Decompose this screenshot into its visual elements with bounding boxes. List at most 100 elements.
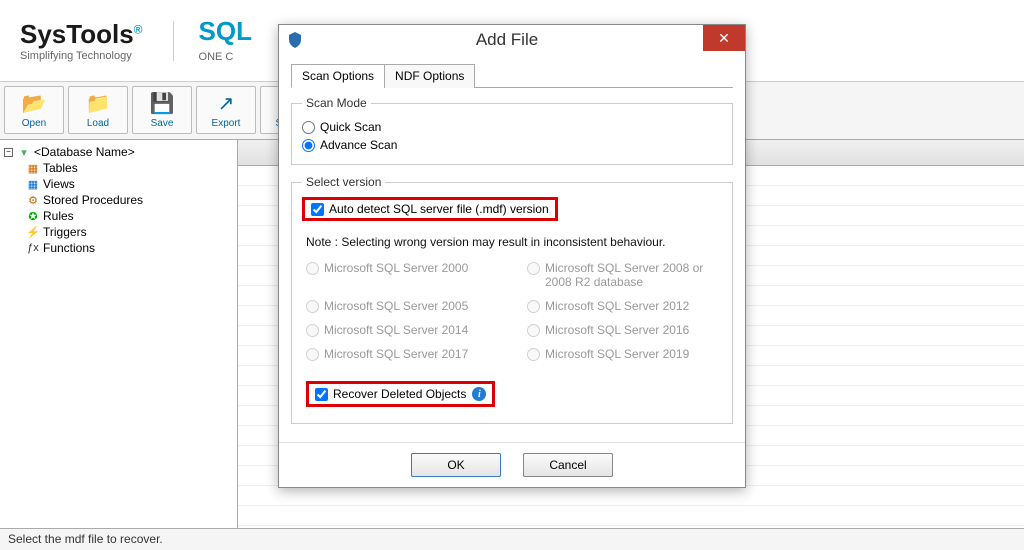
version-radio (527, 324, 540, 337)
version-label: Microsoft SQL Server 2008 or 2008 R2 dat… (545, 261, 718, 289)
tree-panel: − ▾ <Database Name> ▦Tables ▦Views ⚙Stor… (0, 140, 238, 528)
recover-deleted-label: Recover Deleted Objects (333, 387, 466, 401)
recover-deleted-checkbox[interactable] (315, 388, 328, 401)
tree-root-label: <Database Name> (34, 145, 135, 159)
version-option-2000[interactable]: Microsoft SQL Server 2000 (306, 261, 497, 289)
auto-detect-label: Auto detect SQL server file (.mdf) versi… (329, 202, 549, 216)
minus-icon[interactable]: − (4, 148, 13, 157)
status-bar: Select the mdf file to recover. (0, 528, 1024, 550)
tree-item-tables[interactable]: ▦Tables (4, 160, 233, 176)
save-icon: 💾 (150, 91, 175, 116)
tree-root[interactable]: − ▾ <Database Name> (4, 144, 233, 160)
dialog-buttons: OK Cancel (279, 442, 745, 487)
database-icon: ▾ (17, 146, 31, 158)
folder-icon: 📁 (86, 91, 111, 116)
advance-scan-radio[interactable] (302, 139, 315, 152)
ok-button[interactable]: OK (411, 453, 501, 477)
tree-item-triggers[interactable]: ⚡Triggers (4, 224, 233, 240)
recover-deleted-option[interactable]: Recover Deleted Objects i (315, 387, 486, 401)
product-block: SQL ONE C (199, 16, 252, 65)
brand-tagline: Simplifying Technology (20, 50, 143, 62)
tree-item-label: Rules (43, 209, 74, 223)
version-label: Microsoft SQL Server 2017 (324, 347, 468, 361)
cancel-button[interactable]: Cancel (523, 453, 613, 477)
status-text: Select the mdf file to recover. (8, 532, 163, 546)
quick-scan-option[interactable]: Quick Scan (302, 118, 722, 136)
brand-name: SysTools (20, 19, 134, 49)
tab-strip: Scan Options NDF Options (291, 63, 733, 88)
version-label: Microsoft SQL Server 2014 (324, 323, 468, 337)
version-radio (306, 262, 319, 275)
advance-scan-label: Advance Scan (320, 138, 397, 152)
load-button[interactable]: 📁 Load (68, 86, 128, 134)
version-option-2014[interactable]: Microsoft SQL Server 2014 (306, 323, 497, 337)
version-option-2016[interactable]: Microsoft SQL Server 2016 (527, 323, 718, 337)
version-option-2012[interactable]: Microsoft SQL Server 2012 (527, 299, 718, 313)
tree-item-rules[interactable]: ✪Rules (4, 208, 233, 224)
version-label: Microsoft SQL Server 2000 (324, 261, 468, 275)
tree-item-label: Tables (43, 161, 78, 175)
brand-logo: SysTools® Simplifying Technology (20, 19, 143, 62)
load-label: Load (87, 118, 109, 129)
quick-scan-label: Quick Scan (320, 120, 381, 134)
tree-item-label: Triggers (43, 225, 87, 239)
dialog-titlebar[interactable]: Add File ✕ (279, 25, 745, 55)
version-option-2019[interactable]: Microsoft SQL Server 2019 (527, 347, 718, 361)
functions-icon: ƒx (26, 242, 40, 254)
select-version-legend: Select version (302, 175, 385, 189)
product-name: SQL (199, 16, 252, 47)
tree-item-procedures[interactable]: ⚙Stored Procedures (4, 192, 233, 208)
table-icon: ▦ (26, 162, 40, 174)
product-subtitle: ONE C (199, 51, 234, 63)
save-label: Save (151, 118, 174, 129)
registered-icon: ® (134, 22, 143, 36)
select-version-group: Select version Auto detect SQL server fi… (291, 175, 733, 424)
add-file-dialog: Add File ✕ Scan Options NDF Options Scan… (278, 24, 746, 488)
version-label: Microsoft SQL Server 2005 (324, 299, 468, 313)
auto-detect-option[interactable]: Auto detect SQL server file (.mdf) versi… (311, 202, 549, 216)
procedures-icon: ⚙ (26, 194, 40, 206)
version-label: Microsoft SQL Server 2019 (545, 347, 689, 361)
version-option-2005[interactable]: Microsoft SQL Server 2005 (306, 299, 497, 313)
dialog-body: Scan Options NDF Options Scan Mode Quick… (279, 55, 745, 442)
tree-item-functions[interactable]: ƒxFunctions (4, 240, 233, 256)
tree-item-views[interactable]: ▦Views (4, 176, 233, 192)
export-button[interactable]: ↗ Export (196, 86, 256, 134)
version-option-2017[interactable]: Microsoft SQL Server 2017 (306, 347, 497, 361)
info-icon[interactable]: i (472, 387, 486, 401)
views-icon: ▦ (26, 178, 40, 190)
version-radio (306, 348, 319, 361)
recover-highlight: Recover Deleted Objects i (306, 381, 495, 407)
version-radio (527, 348, 540, 361)
tab-ndf-options[interactable]: NDF Options (384, 64, 475, 88)
close-button[interactable]: ✕ (703, 25, 745, 51)
version-option-2008[interactable]: Microsoft SQL Server 2008 or 2008 R2 dat… (527, 261, 718, 289)
tree-item-label: Stored Procedures (43, 193, 143, 207)
tree-item-label: Views (43, 177, 75, 191)
dialog-title: Add File (309, 30, 745, 50)
export-label: Export (212, 118, 241, 129)
tree-item-label: Functions (43, 241, 95, 255)
close-icon: ✕ (718, 30, 730, 47)
rules-icon: ✪ (26, 210, 40, 222)
shield-icon (287, 32, 303, 48)
version-grid: Microsoft SQL Server 2000 Microsoft SQL … (302, 261, 722, 361)
open-button[interactable]: 📂 Open (4, 86, 64, 134)
version-note: Note : Selecting wrong version may resul… (306, 235, 718, 249)
version-label: Microsoft SQL Server 2016 (545, 323, 689, 337)
version-radio (306, 300, 319, 313)
export-icon: ↗ (218, 91, 235, 116)
version-radio (527, 300, 540, 313)
auto-detect-highlight: Auto detect SQL server file (.mdf) versi… (302, 197, 558, 221)
triggers-icon: ⚡ (26, 226, 40, 238)
quick-scan-radio[interactable] (302, 121, 315, 134)
version-radio (527, 262, 540, 275)
scan-mode-group: Scan Mode Quick Scan Advance Scan (291, 96, 733, 165)
folder-open-icon: 📂 (22, 91, 47, 116)
separator (173, 21, 174, 61)
save-button[interactable]: 💾 Save (132, 86, 192, 134)
auto-detect-checkbox[interactable] (311, 203, 324, 216)
tab-scan-options[interactable]: Scan Options (291, 64, 385, 88)
advance-scan-option[interactable]: Advance Scan (302, 136, 722, 154)
version-label: Microsoft SQL Server 2012 (545, 299, 689, 313)
